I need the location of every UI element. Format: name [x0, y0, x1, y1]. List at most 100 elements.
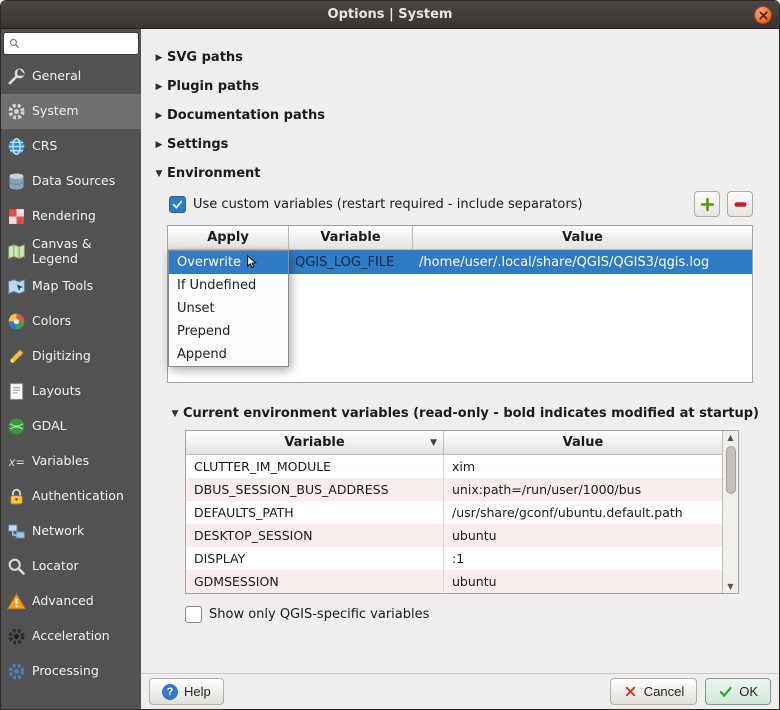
dialog-footer: ? Help Cancel OK	[141, 673, 779, 709]
cancel-icon	[623, 684, 638, 699]
processing-icon	[6, 661, 27, 682]
sidebar-item-processing[interactable]: Processing	[1, 654, 141, 689]
remove-variable-button[interactable]	[727, 191, 753, 217]
sidebar-item-variables[interactable]: x= Variables	[1, 444, 141, 479]
table-row[interactable]: DEFAULTS_PATH/usr/share/gconf/ubuntu.def…	[186, 501, 722, 524]
system-settings-panel: ▶SVG paths▶Plugin paths▶Documentation pa…	[141, 29, 779, 673]
sidebar-item-label: Locator	[32, 559, 79, 573]
sidebar-item-label: Processing	[32, 664, 99, 678]
section-documentation-paths[interactable]: ▶Documentation paths	[151, 101, 771, 130]
search-input[interactable]	[23, 36, 136, 52]
sidebar-item-label: Map Tools	[32, 279, 93, 293]
section-plugin-paths[interactable]: ▶Plugin paths	[151, 72, 771, 101]
show-only-qgis-variables-checkbox[interactable]	[185, 606, 202, 623]
sidebar-item-locator[interactable]: Locator	[1, 549, 141, 584]
column-header-variable[interactable]: Variable	[289, 226, 413, 249]
network-icon	[6, 521, 27, 542]
chevron-down-icon: ▼	[167, 409, 183, 419]
sidebar-item-label: Colors	[32, 314, 71, 328]
sidebar-item-digitizing[interactable]: Digitizing	[1, 339, 141, 374]
sidebar-item-gdal[interactable]: GDAL	[1, 409, 141, 444]
variable-cell: DBUS_SESSION_BUS_ADDRESS	[186, 478, 444, 501]
close-button[interactable]	[754, 6, 772, 24]
scrollbar-thumb[interactable]	[726, 446, 736, 494]
sidebar-item-general[interactable]: General	[1, 59, 141, 94]
plus-icon	[699, 196, 716, 213]
section-svg-paths[interactable]: ▶SVG paths	[151, 43, 771, 72]
advanced-icon	[6, 591, 27, 612]
sidebar: General System CRS Data Sources Rendering Can…	[1, 29, 141, 709]
sidebar-item-canvas-legend[interactable]: Canvas & Legend	[1, 234, 141, 269]
apply-option-unset[interactable]: Unset	[169, 297, 288, 320]
chevron-right-icon: ▶	[151, 111, 167, 121]
table-row[interactable]: GDMSESSIONubuntu	[186, 570, 722, 593]
sidebar-item-label: Network	[32, 524, 84, 538]
value-cell: xim	[444, 455, 722, 478]
sidebar-item-acceleration[interactable]: Acceleration	[1, 619, 141, 654]
sidebar-item-label: Layouts	[32, 384, 81, 398]
sidebar-item-layouts[interactable]: Layouts	[1, 374, 141, 409]
layouts-icon	[6, 381, 27, 402]
apply-option-if-undefined[interactable]: If Undefined	[169, 274, 288, 297]
sidebar-item-authentication[interactable]: Authentication	[1, 479, 141, 514]
sidebar-item-map-tools[interactable]: Map Tools	[1, 269, 141, 304]
use-custom-variables-checkbox[interactable]	[169, 196, 186, 213]
section-environment[interactable]: ▼ Environment	[151, 159, 771, 188]
variable-cell: DESKTOP_SESSION	[186, 524, 444, 547]
help-button[interactable]: ? Help	[149, 678, 224, 705]
sidebar-item-system[interactable]: System	[1, 94, 141, 129]
sidebar-item-network[interactable]: Network	[1, 514, 141, 549]
system-icon	[6, 101, 27, 122]
vertical-scrollbar[interactable]: ▲ ▼	[722, 431, 738, 593]
sidebar-item-label: Canvas & Legend	[32, 237, 139, 266]
scroll-up-icon[interactable]: ▲	[727, 431, 733, 444]
crs-icon	[6, 136, 27, 157]
cancel-button[interactable]: Cancel	[610, 678, 697, 705]
column-header-variable[interactable]: Variable ▼	[186, 431, 444, 454]
variables-icon: x=	[6, 451, 27, 472]
sidebar-item-crs[interactable]: CRS	[1, 129, 141, 164]
table-row[interactable]: CLUTTER_IM_MODULExim	[186, 455, 722, 478]
sidebar-item-label: General	[32, 69, 81, 83]
sidebar-item-colors[interactable]: Colors	[1, 304, 141, 339]
sidebar-item-label: Acceleration	[32, 629, 110, 643]
section-current-environment-variables[interactable]: ▼ Current environment variables (read-on…	[167, 399, 771, 428]
variable-cell: CLUTTER_IM_MODULE	[186, 455, 444, 478]
options-dialog: Options | System General System CRS Data So…	[0, 0, 780, 710]
apply-dropdown: OverwriteIf UndefinedUnsetPrependAppend	[168, 250, 289, 367]
general-icon	[6, 66, 27, 87]
chevron-right-icon: ▶	[151, 140, 167, 150]
digitizing-icon	[6, 346, 27, 367]
sidebar-item-label: Rendering	[32, 209, 96, 223]
sidebar-item-label: System	[32, 104, 79, 118]
apply-option-append[interactable]: Append	[169, 343, 288, 366]
data-sources-icon	[6, 171, 27, 192]
apply-option-prepend[interactable]: Prepend	[169, 320, 288, 343]
map-tools-icon	[6, 276, 27, 297]
scroll-down-icon[interactable]: ▼	[727, 580, 733, 593]
canvas-legend-icon	[6, 241, 27, 262]
table-row[interactable]: DISPLAY:1	[186, 547, 722, 570]
sidebar-item-rendering[interactable]: Rendering	[1, 199, 141, 234]
section-label: SVG paths	[167, 50, 243, 65]
sidebar-item-advanced[interactable]: Advanced	[1, 584, 141, 619]
ok-button[interactable]: OK	[705, 678, 771, 705]
table-row[interactable]: DBUS_SESSION_BUS_ADDRESSunix:path=/run/u…	[186, 478, 722, 501]
ok-icon	[718, 684, 733, 699]
apply-option-overwrite[interactable]: Overwrite	[169, 251, 288, 274]
rendering-icon	[6, 206, 27, 227]
value-cell: :1	[444, 547, 722, 570]
sort-arrow-icon[interactable]: ▼	[430, 438, 437, 448]
sidebar-item-label: Variables	[32, 454, 89, 468]
column-header-apply[interactable]: Apply	[168, 226, 289, 249]
section-settings[interactable]: ▶Settings	[151, 130, 771, 159]
environment-variables-rows: CLUTTER_IM_MODULEximDBUS_SESSION_BUS_ADD…	[186, 455, 722, 593]
sidebar-item-data-sources[interactable]: Data Sources	[1, 164, 141, 199]
column-header-value[interactable]: Value	[444, 431, 722, 454]
section-label: Settings	[167, 137, 228, 152]
sidebar-item-label: CRS	[32, 139, 57, 153]
table-row[interactable]: DESKTOP_SESSIONubuntu	[186, 524, 722, 547]
add-variable-button[interactable]	[694, 191, 720, 217]
column-header-value[interactable]: Value	[413, 226, 752, 249]
titlebar[interactable]: Options | System	[1, 1, 779, 29]
